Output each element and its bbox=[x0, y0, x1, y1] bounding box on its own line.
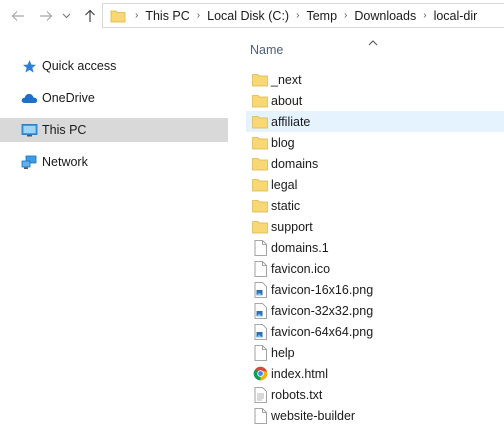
list-item-file[interactable]: website-builder bbox=[246, 405, 504, 426]
star-icon bbox=[20, 57, 38, 75]
folder-icon bbox=[252, 176, 268, 194]
item-name: favicon-32x32.png bbox=[271, 303, 374, 318]
item-name: favicon.ico bbox=[271, 261, 331, 276]
address-bar[interactable]: › This PC › Local Disk (C:) › Temp › Dow… bbox=[102, 3, 504, 28]
item-name: domains.1 bbox=[271, 240, 329, 255]
breadcrumb-local-disk[interactable]: Local Disk (C:) bbox=[206, 9, 290, 23]
list-item-file[interactable]: favicon-16x16.png bbox=[246, 279, 504, 300]
forward-arrow-icon bbox=[40, 11, 53, 21]
breadcrumb-separator-icon: › bbox=[423, 10, 427, 21]
breadcrumb-separator-icon: › bbox=[296, 10, 300, 21]
folder-icon bbox=[252, 134, 268, 152]
image-file-icon bbox=[252, 281, 268, 299]
image-file-icon bbox=[252, 302, 268, 320]
list-item-file[interactable]: index.html bbox=[246, 363, 504, 384]
nav-label-onedrive: OneDrive bbox=[42, 91, 95, 105]
list-item-file[interactable]: favicon-64x64.png bbox=[246, 321, 504, 342]
cloud-icon bbox=[20, 89, 38, 107]
breadcrumb-this-pc[interactable]: This PC bbox=[144, 9, 190, 23]
item-name: robots.txt bbox=[271, 387, 323, 402]
back-arrow-icon bbox=[11, 11, 24, 21]
folder-icon bbox=[252, 113, 268, 131]
nav-label-this-pc: This PC bbox=[42, 123, 87, 137]
navigation-bar: › This PC › Local Disk (C:) › Temp › Dow… bbox=[0, 0, 504, 33]
nav-item-onedrive[interactable]: OneDrive bbox=[0, 86, 228, 110]
up-button[interactable] bbox=[80, 6, 100, 26]
image-file-icon bbox=[252, 323, 268, 341]
up-arrow-icon bbox=[85, 9, 95, 22]
list-item-folder[interactable]: affiliate bbox=[246, 111, 504, 132]
folder-icon bbox=[252, 92, 268, 110]
forward-button[interactable] bbox=[36, 6, 56, 26]
file-list: Name _next about affiliate blog domains … bbox=[244, 33, 504, 433]
item-name: domains bbox=[271, 156, 319, 171]
blank-file-icon bbox=[252, 260, 268, 278]
breadcrumb-separator-icon: › bbox=[135, 10, 139, 21]
file-explorer-window: › This PC › Local Disk (C:) › Temp › Dow… bbox=[0, 0, 504, 433]
list-item-folder[interactable]: about bbox=[246, 90, 504, 111]
network-icon bbox=[20, 153, 38, 171]
chevron-down-icon bbox=[62, 13, 70, 19]
nav-label-quick-access: Quick access bbox=[42, 59, 117, 73]
item-name: index.html bbox=[271, 366, 328, 381]
list-item-file[interactable]: favicon-32x32.png bbox=[246, 300, 504, 321]
item-name: affiliate bbox=[271, 114, 311, 129]
item-name: legal bbox=[271, 177, 298, 192]
item-name: favicon-16x16.png bbox=[271, 282, 374, 297]
nav-item-network[interactable]: Network bbox=[0, 150, 228, 174]
item-name: help bbox=[271, 345, 295, 360]
list-item-folder[interactable]: static bbox=[246, 195, 504, 216]
computer-icon bbox=[20, 121, 38, 139]
item-name: blog bbox=[271, 135, 295, 150]
sort-ascending-icon bbox=[368, 35, 378, 49]
list-item-folder[interactable]: domains bbox=[246, 153, 504, 174]
nav-item-this-pc[interactable]: This PC bbox=[0, 118, 228, 142]
list-item-file[interactable]: favicon.ico bbox=[246, 258, 504, 279]
list-item-file[interactable]: domains.1 bbox=[246, 237, 504, 258]
list-item-file[interactable]: robots.txt bbox=[246, 384, 504, 405]
folder-icon bbox=[252, 218, 268, 236]
list-item-folder[interactable]: blog bbox=[246, 132, 504, 153]
breadcrumb-separator-icon: › bbox=[196, 10, 201, 21]
blank-file-icon bbox=[252, 407, 268, 425]
column-header-name[interactable]: Name bbox=[250, 43, 283, 57]
folder-icon bbox=[252, 155, 268, 173]
breadcrumb-downloads[interactable]: Downloads bbox=[353, 9, 417, 23]
blank-file-icon bbox=[252, 239, 268, 257]
navigation-pane: Quick access OneDrive This PC Network bbox=[0, 33, 232, 433]
chrome-icon bbox=[252, 365, 268, 383]
folder-icon bbox=[107, 5, 129, 27]
folder-icon bbox=[252, 71, 268, 89]
list-item-folder[interactable]: _next bbox=[246, 69, 504, 90]
item-name: support bbox=[271, 219, 313, 234]
breadcrumb-temp[interactable]: Temp bbox=[305, 9, 338, 23]
blank-file-icon bbox=[252, 344, 268, 362]
breadcrumb-separator-icon: › bbox=[344, 10, 348, 21]
list-item-folder[interactable]: legal bbox=[246, 174, 504, 195]
list-item-file[interactable]: help bbox=[246, 342, 504, 363]
item-name: static bbox=[271, 198, 301, 213]
breadcrumb-local-dir[interactable]: local-dir bbox=[433, 9, 479, 23]
list-item-folder[interactable]: support bbox=[246, 216, 504, 237]
item-name: website-builder bbox=[271, 408, 356, 423]
nav-label-network: Network bbox=[42, 155, 88, 169]
item-name: _next bbox=[271, 72, 302, 87]
item-name: favicon-64x64.png bbox=[271, 324, 374, 339]
back-button[interactable] bbox=[8, 6, 28, 26]
text-file-icon bbox=[252, 386, 268, 404]
item-name: about bbox=[271, 93, 303, 108]
recent-locations-button[interactable] bbox=[59, 6, 73, 26]
nav-item-quick-access[interactable]: Quick access bbox=[0, 54, 228, 78]
folder-icon bbox=[252, 197, 268, 215]
